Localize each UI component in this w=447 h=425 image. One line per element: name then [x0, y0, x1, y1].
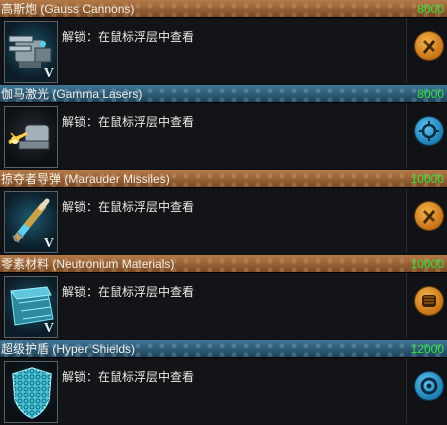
- tech-cost: 8000: [417, 2, 444, 16]
- unlock-text: 解锁：在鼠标浮层中查看: [62, 285, 195, 299]
- tech-description: 解锁：在鼠标浮层中查看: [60, 18, 407, 83]
- tech-row-neutronium-materials[interactable]: 零素材料 (Neutronium Materials) 10000 V 解锁：在…: [0, 255, 447, 340]
- unlock-text: 解锁：在鼠标浮层中查看: [62, 30, 195, 44]
- tech-description: 解锁：在鼠标浮层中查看: [60, 188, 407, 253]
- tech-name: 零素材料 (Neutronium Materials): [1, 257, 175, 271]
- tech-body: 解锁：在鼠标浮层中查看: [0, 103, 447, 170]
- tech-name: 伽马激光 (Gamma Lasers): [1, 87, 143, 101]
- weapons-badge-icon[interactable]: [415, 32, 443, 60]
- tech-name: 掠夺者导弹 (Marauder Missiles): [1, 172, 170, 186]
- tech-cost: 8000: [417, 87, 444, 101]
- tech-name: 高斯炮 (Gauss Cannons): [1, 2, 135, 16]
- tech-body: 解锁：在鼠标浮层中查看: [0, 358, 447, 425]
- tech-cost: 10000: [410, 172, 444, 186]
- tech-header: 伽马激光 (Gamma Lasers) 8000: [0, 85, 447, 103]
- unlock-text: 解锁：在鼠标浮层中查看: [62, 200, 195, 214]
- gauss-cannon-icon[interactable]: V: [4, 21, 58, 83]
- tech-list: 高斯炮 (Gauss Cannons) 8000 V 解锁：在鼠标浮层中查看 伽…: [0, 0, 447, 425]
- tech-header: 高斯炮 (Gauss Cannons) 8000: [0, 0, 447, 18]
- tech-row-hyper-shields[interactable]: 超级护盾 (Hyper Shields) 12000 解锁：在鼠标浮层中查看: [0, 340, 447, 425]
- unlock-text: 解锁：在鼠标浮层中查看: [62, 370, 195, 384]
- missile-icon[interactable]: V: [4, 191, 58, 253]
- armor-material-icon[interactable]: V: [4, 276, 58, 338]
- tech-name: 超级护盾 (Hyper Shields): [1, 342, 136, 356]
- tech-header: 超级护盾 (Hyper Shields) 12000: [0, 340, 447, 358]
- tech-body: V 解锁：在鼠标浮层中查看: [0, 273, 447, 340]
- shield-badge-icon[interactable]: [415, 372, 443, 400]
- tech-description: 解锁：在鼠标浮层中查看: [60, 273, 407, 338]
- tech-description: 解锁：在鼠标浮层中查看: [60, 103, 407, 168]
- level-mark: V: [43, 66, 54, 81]
- tech-row-gauss-cannons[interactable]: 高斯炮 (Gauss Cannons) 8000 V 解锁：在鼠标浮层中查看: [0, 0, 447, 85]
- shield-icon[interactable]: [4, 361, 58, 423]
- level-mark: V: [43, 321, 54, 336]
- tech-cost: 12000: [410, 342, 444, 356]
- gamma-laser-icon[interactable]: [4, 106, 58, 168]
- tech-row-marauder-missiles[interactable]: 掠夺者导弹 (Marauder Missiles) 10000 V 解锁：在鼠标…: [0, 170, 447, 255]
- weapons-badge-icon[interactable]: [415, 202, 443, 230]
- fist-badge-icon[interactable]: [415, 287, 443, 315]
- laser-badge-icon[interactable]: [415, 117, 443, 145]
- level-mark: V: [43, 236, 54, 251]
- tech-row-gamma-lasers[interactable]: 伽马激光 (Gamma Lasers) 8000 解锁：在鼠标浮层中查看: [0, 85, 447, 170]
- tech-header: 零素材料 (Neutronium Materials) 10000: [0, 255, 447, 273]
- unlock-text: 解锁：在鼠标浮层中查看: [62, 115, 195, 129]
- tech-description: 解锁：在鼠标浮层中查看: [60, 358, 407, 423]
- tech-cost: 10000: [410, 257, 444, 271]
- tech-header: 掠夺者导弹 (Marauder Missiles) 10000: [0, 170, 447, 188]
- tech-body: V 解锁：在鼠标浮层中查看: [0, 188, 447, 255]
- tech-body: V 解锁：在鼠标浮层中查看: [0, 18, 447, 85]
